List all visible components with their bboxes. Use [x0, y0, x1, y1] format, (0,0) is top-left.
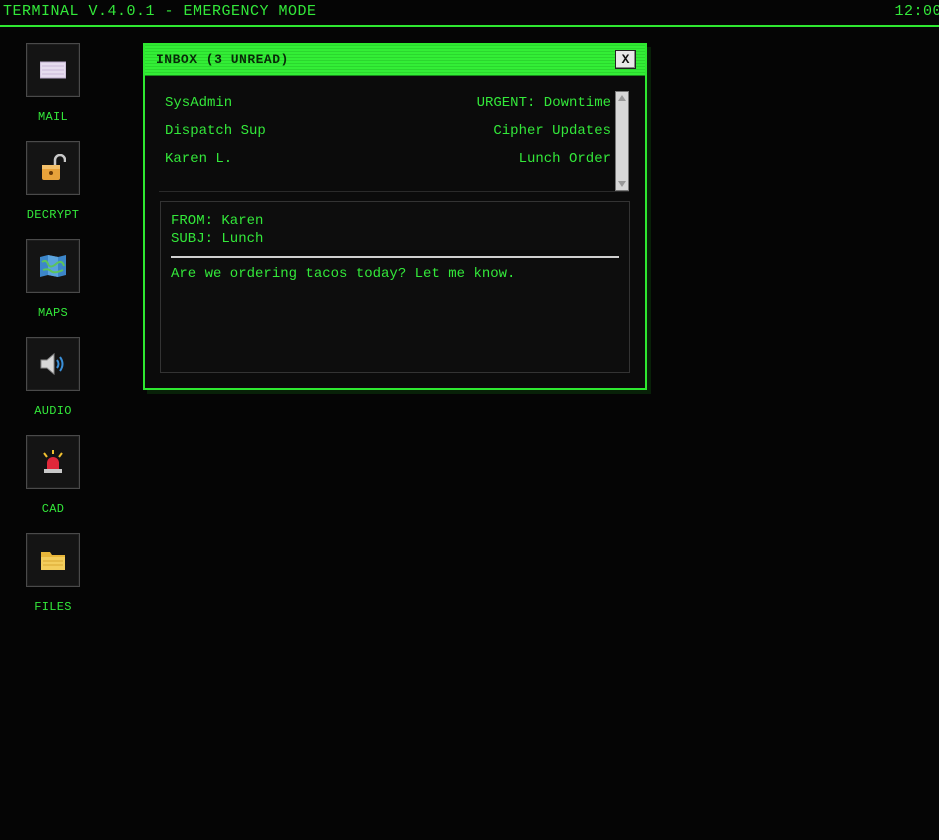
decrypt-tile[interactable] [26, 141, 80, 195]
header-rule [171, 256, 619, 258]
map-icon [40, 255, 66, 277]
message-list: SysAdmin URGENT: Downtime Dispatch Sup C… [161, 91, 611, 187]
desktop-icon-mail[interactable]: MAIL [18, 43, 88, 124]
files-tile[interactable] [26, 533, 80, 587]
desktop-icon-cad[interactable]: CAD [18, 435, 88, 516]
message-row[interactable]: SysAdmin URGENT: Downtime [161, 91, 611, 119]
message-sender: Dispatch Sup [165, 123, 266, 139]
desktop-icon-maps[interactable]: MAPS [18, 239, 88, 320]
message-row[interactable]: Karen L. Lunch Order [161, 147, 611, 175]
desktop-icon-label: MAPS [37, 306, 68, 320]
desktop-icon-label: CAD [41, 502, 65, 516]
divider [159, 191, 629, 192]
reader-subject: SUBJ: Lunch [171, 231, 264, 247]
mail-icon [40, 61, 66, 79]
desktop-icon-label: FILES [34, 600, 72, 614]
window-title: INBOX (3 UNREAD) [156, 52, 289, 67]
top-bar: TERMINAL V.4.0.1 - EMERGENCY MODE 12:00 [0, 0, 939, 27]
message-subject: Lunch Order [518, 151, 611, 167]
inbox-window: INBOX (3 UNREAD) X SysAdmin URGENT: Down… [143, 43, 647, 390]
message-list-scrollbar[interactable] [615, 91, 629, 191]
close-button[interactable]: X [615, 50, 636, 69]
message-subject: Cipher Updates [493, 123, 611, 139]
audio-tile[interactable] [26, 337, 80, 391]
desktop-icon-decrypt[interactable]: DECRYPT [18, 141, 88, 222]
folder-icon [41, 552, 65, 570]
window-titlebar[interactable]: INBOX (3 UNREAD) X [145, 45, 645, 76]
desktop-icon-label: MAIL [37, 110, 68, 124]
reader-from: FROM: Karen [171, 213, 264, 229]
unlock-icon [42, 154, 66, 180]
desktop-icon-files[interactable]: FILES [18, 533, 88, 614]
scroll-up-arrow-icon[interactable] [618, 95, 626, 101]
clock: 12:00 [894, 3, 939, 20]
message-row[interactable]: Dispatch Sup Cipher Updates [161, 119, 611, 147]
desktop-icon-label: AUDIO [34, 404, 72, 418]
cad-tile[interactable] [26, 435, 80, 489]
message-sender: Karen L. [165, 151, 233, 167]
desktop-icon-label: DECRYPT [26, 208, 80, 222]
message-body: Are we ordering tacos today? Let me know… [171, 266, 516, 282]
mail-tile[interactable] [26, 43, 80, 97]
message-reader: FROM: Karen SUBJ: Lunch Are we ordering … [160, 201, 630, 373]
maps-tile[interactable] [26, 239, 80, 293]
message-header: FROM: Karen SUBJ: Lunch [171, 212, 263, 248]
scroll-down-arrow-icon[interactable] [618, 181, 626, 187]
system-title: TERMINAL V.4.0.1 - EMERGENCY MODE [3, 3, 317, 20]
message-sender: SysAdmin [165, 95, 233, 111]
desktop-icon-audio[interactable]: AUDIO [18, 337, 88, 418]
siren-icon [43, 450, 63, 473]
speaker-icon [40, 353, 64, 375]
message-subject: URGENT: Downtime [476, 95, 611, 111]
